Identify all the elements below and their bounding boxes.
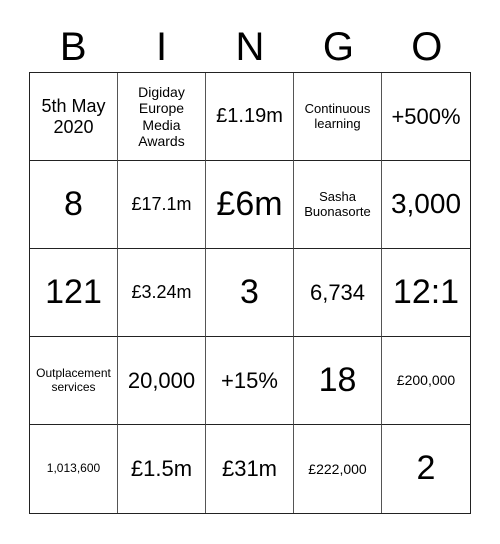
bingo-cell[interactable]: £222,000 bbox=[294, 425, 382, 513]
bingo-cell[interactable]: 6,734 bbox=[294, 249, 382, 337]
bingo-cell[interactable]: 12:1 bbox=[382, 249, 470, 337]
bingo-cell[interactable]: 1,013,600 bbox=[30, 425, 118, 513]
bingo-header: B I N G O bbox=[29, 22, 471, 72]
header-letter-o: O bbox=[411, 25, 443, 69]
bingo-cell[interactable]: Outplacement services bbox=[30, 337, 118, 425]
bingo-cell[interactable]: Continuous learning bbox=[294, 73, 382, 161]
bingo-cell[interactable]: 18 bbox=[294, 337, 382, 425]
bingo-cell[interactable]: £31m bbox=[206, 425, 294, 513]
bingo-card-grid: 5th May 2020 Digiday Europe Media Awards… bbox=[29, 72, 471, 514]
bingo-cell[interactable]: 3 bbox=[206, 249, 294, 337]
bingo-cell[interactable]: +15% bbox=[206, 337, 294, 425]
bingo-cell[interactable]: 3,000 bbox=[382, 161, 470, 249]
bingo-cell[interactable]: Sasha Buonasorte bbox=[294, 161, 382, 249]
header-letter-n: N bbox=[235, 25, 265, 69]
bingo-cell[interactable]: 121 bbox=[30, 249, 118, 337]
bingo-cell[interactable]: 20,000 bbox=[118, 337, 206, 425]
bingo-cell[interactable]: Digiday Europe Media Awards bbox=[118, 73, 206, 161]
bingo-cell[interactable]: 8 bbox=[30, 161, 118, 249]
bingo-cell[interactable]: £1.5m bbox=[118, 425, 206, 513]
bingo-cell[interactable]: 5th May 2020 bbox=[30, 73, 118, 161]
bingo-cell[interactable]: £6m bbox=[206, 161, 294, 249]
bingo-cell[interactable]: 2 bbox=[382, 425, 470, 513]
header-letter-b: B bbox=[59, 25, 87, 69]
bingo-cell[interactable]: £1.19m bbox=[206, 73, 294, 161]
bingo-cell[interactable]: +500% bbox=[382, 73, 470, 161]
bingo-cell[interactable]: £3.24m bbox=[118, 249, 206, 337]
header-letter-i: I bbox=[156, 25, 168, 69]
bingo-cell[interactable]: £200,000 bbox=[382, 337, 470, 425]
bingo-cell[interactable]: £17.1m bbox=[118, 161, 206, 249]
header-letter-g: G bbox=[322, 25, 354, 69]
